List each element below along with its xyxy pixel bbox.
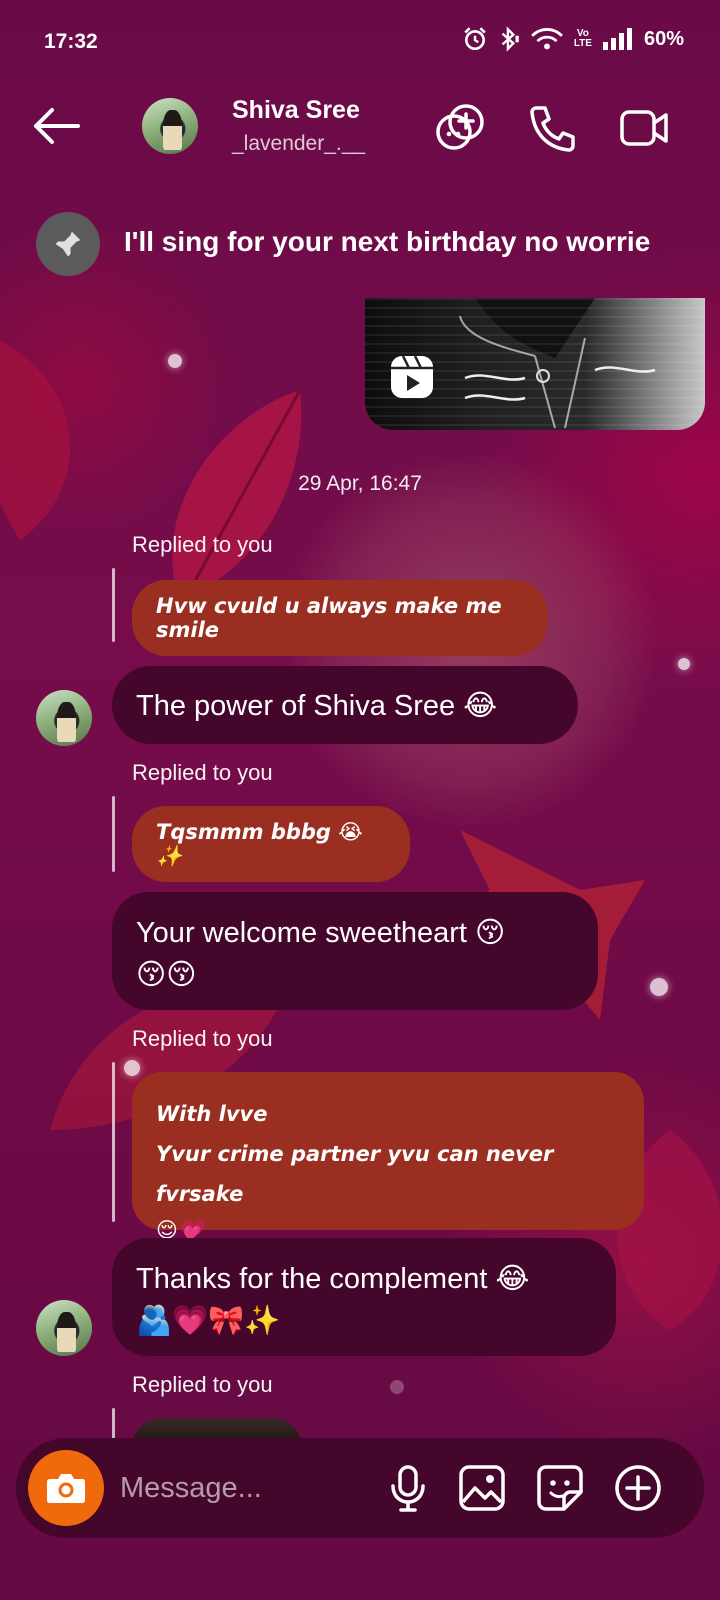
sparkle-dot [650, 978, 668, 996]
sparkle-dot [678, 658, 690, 670]
leaf-decoration [0, 340, 71, 540]
message-line: 🫂💗🎀✨ [136, 1305, 281, 1337]
message-line: Your welcome sweetheart 😚 [136, 917, 506, 949]
quoted-line: With lvve [156, 1102, 268, 1126]
message-sender-avatar[interactable] [36, 690, 92, 746]
sparkle-dot [390, 1380, 404, 1394]
volte-indicator: Vo LTE [574, 29, 592, 49]
status-bar: 17:32 Vo LTE 60% [0, 0, 720, 84]
camera-button[interactable] [28, 1450, 104, 1526]
microphone-icon[interactable] [382, 1462, 434, 1514]
replied-label: Replied to you [132, 1026, 273, 1051]
shared-reel-preview[interactable] [365, 298, 705, 430]
reply-indicator-line [112, 1062, 115, 1222]
status-time: 17:32 [44, 30, 98, 53]
message-input[interactable] [120, 1464, 370, 1512]
wifi-icon [530, 28, 563, 50]
quoted-message[interactable]: With lvve Yvur crime partner yvu can nev… [132, 1072, 644, 1242]
pin-icon [55, 231, 81, 257]
battery-level: 60% [643, 27, 684, 50]
face-effects-icon[interactable] [434, 102, 486, 154]
back-arrow-icon[interactable] [30, 104, 82, 148]
message-composer [16, 1438, 704, 1538]
quoted-message[interactable]: Tqsmmm bbbg 😭✨ [132, 806, 410, 882]
reel-icon [391, 355, 433, 398]
message-bubble[interactable]: Thanks for the complement 😂 🫂💗🎀✨ [112, 1238, 616, 1356]
lte-label: LTE [573, 38, 592, 49]
contact-handle[interactable]: _lavender_.__ [232, 132, 365, 156]
image-icon[interactable] [456, 1462, 508, 1514]
phone-icon[interactable] [526, 102, 578, 154]
message-bubble[interactable]: Your welcome sweetheart 😚 😚😚 [112, 892, 598, 1010]
quoted-line: Yvur crime partner yvu can never fvrsake [156, 1142, 554, 1206]
message-bubble[interactable]: The power of Shiva Sree 😂 [112, 666, 578, 744]
pinned-message[interactable]: I'll sing for your next birthday no worr… [0, 212, 720, 276]
signal-icon [602, 28, 632, 50]
sparkle-dot [124, 1060, 140, 1076]
message-line: 😚😚 [136, 959, 197, 991]
sparkle-dot [168, 354, 182, 368]
bluetooth-icon [501, 26, 519, 52]
contact-avatar[interactable] [142, 98, 198, 154]
alarm-icon [464, 27, 486, 51]
reply-indicator-line [112, 796, 115, 872]
video-camera-icon[interactable] [618, 102, 670, 154]
contact-name[interactable]: Shiva Sree [232, 96, 360, 125]
message-sender-avatar[interactable] [36, 1300, 92, 1356]
plus-circle-icon[interactable] [612, 1462, 664, 1514]
camera-icon [47, 1474, 85, 1503]
sticker-icon[interactable] [534, 1462, 586, 1514]
replied-label: Replied to you [132, 532, 273, 557]
status-icons: Vo LTE 60% [462, 26, 684, 52]
replied-label: Replied to you [132, 1372, 273, 1397]
chat-header: Shiva Sree _lavender_.__ [0, 90, 720, 168]
chat-timestamp: 29 Apr, 16:47 [298, 472, 422, 495]
quoted-message[interactable]: Hvw cvuld u always make me smile [132, 580, 548, 656]
reply-indicator-line [112, 568, 115, 642]
pin-button[interactable] [36, 212, 100, 276]
message-line: Thanks for the complement 😂 [136, 1263, 530, 1295]
pinned-message-text: I'll sing for your next birthday no worr… [124, 226, 651, 257]
replied-label: Replied to you [132, 760, 273, 785]
